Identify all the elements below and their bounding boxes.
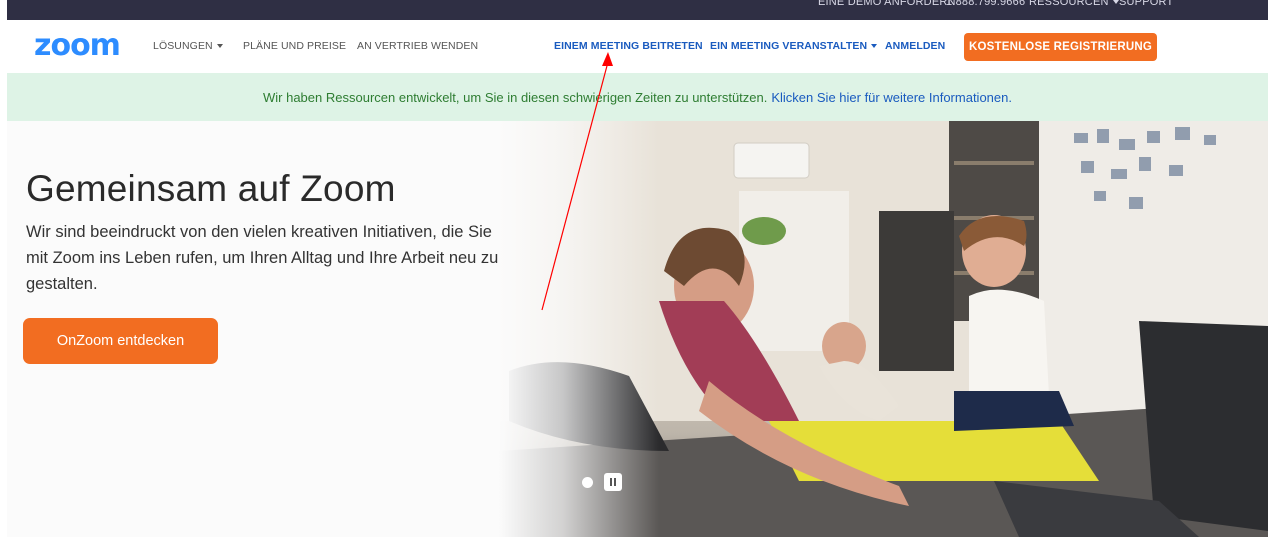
main-nav: zoom LÖSUNGEN PLÄNE UND PREISE AN VERTRI… xyxy=(7,20,1268,73)
info-banner: Wir haben Ressourcen entwickelt, um Sie … xyxy=(7,73,1268,121)
onzoom-button[interactable]: OnZoom entdecken xyxy=(23,318,218,364)
utility-bar: EINE DEMO ANFORDERN 1.888.799.9666 RESSO… xyxy=(7,0,1268,20)
nav-plans-pricing[interactable]: PLÄNE UND PREISE xyxy=(243,40,346,52)
zoom-logo[interactable]: zoom xyxy=(34,31,121,61)
nav-sign-in[interactable]: ANMELDEN xyxy=(885,40,945,52)
resources-menu[interactable]: RESSOURCEN xyxy=(1029,0,1119,8)
nav-contact-sales[interactable]: AN VERTRIEB WENDEN xyxy=(357,40,478,52)
signup-button[interactable]: KOSTENLOSE REGISTRIERUNG xyxy=(964,33,1157,61)
nav-solutions-label: LÖSUNGEN xyxy=(153,40,213,52)
photo-fade-overlay xyxy=(499,121,659,537)
request-demo-link[interactable]: EINE DEMO ANFORDERN xyxy=(818,0,956,8)
chevron-down-icon xyxy=(1112,0,1119,5)
banner-link[interactable]: Klicken Sie hier für weitere Information… xyxy=(771,90,1012,105)
nav-host-meeting-label: EIN MEETING VERANSTALTEN xyxy=(710,40,868,52)
hero-section: Gemeinsam auf Zoom Wir sind beeindruckt … xyxy=(7,121,1268,537)
carousel-dot[interactable] xyxy=(582,477,593,488)
pause-icon[interactable] xyxy=(604,473,622,491)
nav-host-meeting[interactable]: EIN MEETING VERANSTALTEN xyxy=(710,40,878,52)
resources-label: RESSOURCEN xyxy=(1029,0,1109,8)
nav-solutions[interactable]: LÖSUNGEN xyxy=(153,40,223,52)
banner-text: Wir haben Ressourcen entwickelt, um Sie … xyxy=(263,89,768,105)
chevron-down-icon xyxy=(871,44,878,49)
nav-join-meeting[interactable]: EINEM MEETING BEITRETEN xyxy=(554,40,703,52)
hero-description: Wir sind beeindruckt von den vielen krea… xyxy=(26,223,499,293)
phone-number[interactable]: 1.888.799.9666 xyxy=(946,0,1025,8)
chevron-down-icon xyxy=(216,44,223,49)
support-link[interactable]: SUPPORT xyxy=(1119,0,1173,8)
hero-title: Gemeinsam auf Zoom xyxy=(26,168,396,209)
